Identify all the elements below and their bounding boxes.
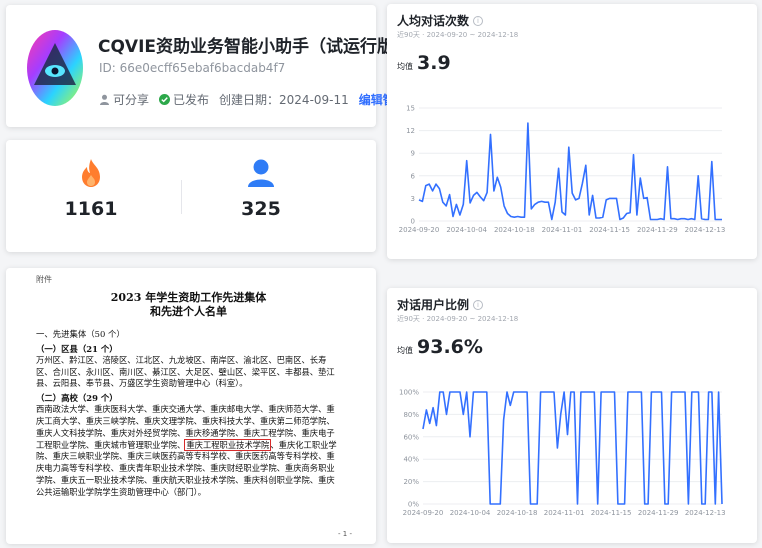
agent-profile-card: CQVIE资助业务智能小助手（试运行版） ID: 66e0ecff65ebaf6… <box>6 5 425 127</box>
agent-name: CQVIE资助业务智能小助手（试运行版） <box>98 37 412 57</box>
user-icon <box>248 159 274 187</box>
doc-paragraph: 万州区、黔江区、涪陵区、江北区、九龙坡区、南岸区、渝北区、巴南区、长寿区、合川区… <box>36 354 335 389</box>
y-tick-label: 60% <box>403 433 419 441</box>
chart2-plot: 0% 20% 40% 60% 80% 100% 2024-09-20 2024-10-04 20… <box>399 389 726 518</box>
doc-subheading: （二）高校（29 个） <box>36 393 118 404</box>
hot-count: 1161 <box>64 198 118 220</box>
x-tick-label: 2024-09-20 <box>399 226 440 234</box>
doc-section: 一、先进集体（50 个） <box>36 329 125 339</box>
y-tick-label: 20% <box>403 478 419 486</box>
document-preview: 附件 2023 年学生资助工作先进集体 和先进个人名单 一、先进集体（50 个）… <box>6 268 376 544</box>
y-tick-label: 40% <box>403 456 419 464</box>
x-tick-label: 2024-11-01 <box>542 226 583 234</box>
user-ratio-card: 对话用户比例 i 近90天 · 2024-09-20 ~ 2024-12-18 … <box>387 288 757 543</box>
user-count: 325 <box>241 198 281 220</box>
stats-card: 1161 325 <box>6 140 376 252</box>
hot-stat: 1161 <box>41 158 141 220</box>
x-tick-label: 2024-12-13 <box>685 509 726 517</box>
created-date: 创建日期：2024-09-11 <box>219 93 349 107</box>
x-tick-label: 2024-11-01 <box>544 509 585 517</box>
avg-conversations-card: 人均对话次数 i 近90天 · 2024-09-20 ~ 2024-12-18 … <box>387 4 757 259</box>
x-tick-label: 2024-11-29 <box>637 226 678 234</box>
x-tick-label: 2024-09-20 <box>403 509 444 517</box>
y-tick-label: 100% <box>399 389 419 397</box>
x-tick-label: 2024-12-13 <box>685 226 726 234</box>
y-tick-label: 0% <box>408 501 419 509</box>
x-tick-label: 2024-11-15 <box>589 226 630 234</box>
x-tick-label: 2024-10-18 <box>494 226 535 234</box>
y-tick-label: 0 <box>411 218 415 226</box>
document-body: 附件 2023 年学生资助工作先进集体 和先进个人名单 一、先进集体（50 个）… <box>36 274 341 499</box>
doc-page-number: - 1 - <box>338 530 352 538</box>
y-tick-label: 12 <box>406 127 415 135</box>
highlighted-college: 重庆工程职业技术学院 <box>184 438 272 451</box>
y-tick-label: 9 <box>411 150 415 158</box>
y-tick-label: 6 <box>411 172 416 180</box>
fire-icon <box>82 159 100 187</box>
doc-title-line1: 2023 年学生资助工作先进集体 <box>110 291 267 304</box>
chart1-plot: 0 3 6 9 12 15 2024-09-20 2024-10-04 2024-10-18 20… <box>399 105 726 235</box>
x-tick-label: 2024-11-29 <box>638 509 679 517</box>
x-tick-label: 2024-10-18 <box>497 509 538 517</box>
user-icon <box>100 94 109 105</box>
doc-paragraph: 西南政法大学、重庆医科大学、重庆交通大学、重庆邮电大学、重庆师范大学、重庆工商大… <box>36 404 341 498</box>
doc-subheading: （一）区县（21 个） <box>36 343 118 354</box>
y-tick-label: 15 <box>406 105 415 113</box>
x-tick-label: 2024-10-04 <box>446 226 487 234</box>
x-tick-label: 2024-10-04 <box>450 509 491 517</box>
published-status: 已发布 <box>159 91 209 108</box>
y-tick-label: 3 <box>411 195 415 203</box>
doc-title-line2: 和先进个人名单 <box>150 305 227 318</box>
shareable-label: 可分享 <box>113 93 150 107</box>
stats-divider <box>181 180 182 214</box>
doc-appendix: 附件 <box>36 275 52 284</box>
published-label: 已发布 <box>173 93 210 107</box>
agent-meta-row: 可分享 已发布 创建日期：2024-09-11 编辑智能体 <box>99 91 429 108</box>
shareable-status: 可分享 <box>99 91 149 108</box>
check-circle-icon <box>159 94 171 105</box>
x-tick-label: 2024-11-15 <box>591 509 632 517</box>
user-stat: 325 <box>211 158 311 220</box>
agent-id: ID: 66e0ecff65ebaf6bacdab4f7 <box>99 61 286 75</box>
series-line <box>422 391 723 505</box>
agent-avatar <box>27 30 83 106</box>
y-tick-label: 80% <box>403 411 419 419</box>
series-line <box>418 122 722 221</box>
doc-title: 2023 年学生资助工作先进集体 和先进个人名单 <box>36 291 341 319</box>
